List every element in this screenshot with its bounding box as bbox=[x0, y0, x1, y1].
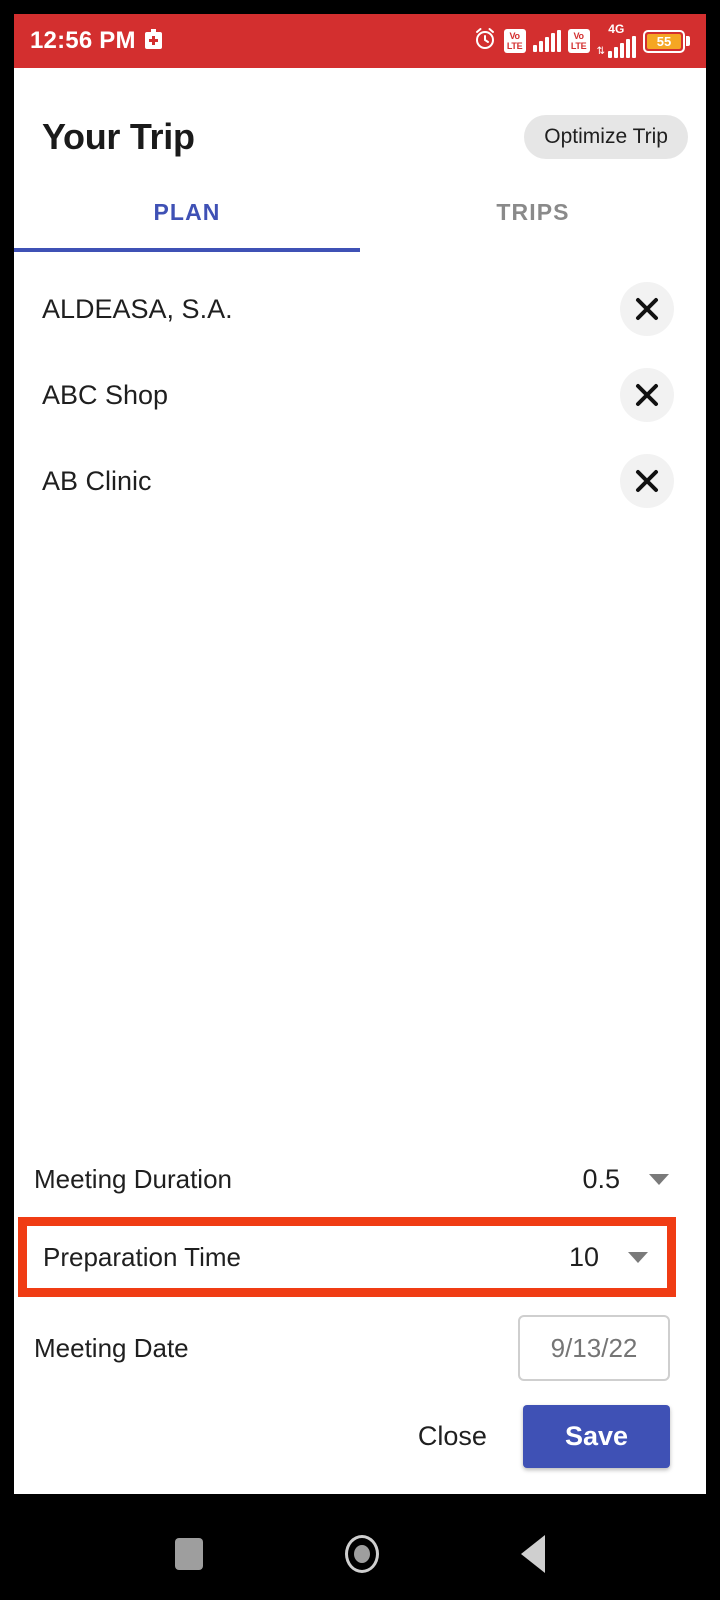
signal-row-sim2: ⇅ bbox=[597, 36, 636, 58]
list-item[interactable]: AB Clinic bbox=[14, 438, 706, 524]
meeting-settings-form: Meeting Duration 0.5 Preparation Time 10 bbox=[14, 1145, 706, 1494]
battery-tip bbox=[686, 36, 690, 46]
volte-lte-text-2: LTE bbox=[570, 41, 587, 51]
close-icon bbox=[636, 470, 658, 492]
remove-location-button[interactable] bbox=[620, 454, 674, 508]
meeting-date-input[interactable] bbox=[518, 1315, 670, 1381]
status-bar: 12:56 PM Vo LTE Vo LTE 4G ⇅ 55 bbox=[14, 14, 706, 68]
app-content: Your Trip Optimize Trip PLAN TRIPS ALDEA… bbox=[14, 68, 706, 1494]
medical-kit-icon bbox=[144, 28, 162, 54]
battery-percent-label: 55 bbox=[647, 33, 681, 49]
remove-location-button[interactable] bbox=[620, 368, 674, 422]
close-icon bbox=[636, 298, 658, 320]
location-name: ABC Shop bbox=[42, 379, 169, 410]
list-item[interactable]: ALDEASA, S.A. bbox=[14, 266, 706, 352]
chevron-down-icon[interactable] bbox=[644, 1173, 674, 1186]
location-name: ALDEASA, S.A. bbox=[42, 293, 233, 324]
optimize-trip-button[interactable]: Optimize Trip bbox=[524, 115, 688, 159]
tab-plan[interactable]: PLAN bbox=[14, 172, 360, 252]
tab-trips[interactable]: TRIPS bbox=[360, 172, 706, 252]
phone-frame: 12:56 PM Vo LTE Vo LTE 4G ⇅ 55 Your Trip… bbox=[0, 0, 720, 1600]
dialog-action-bar: Close Save bbox=[14, 1395, 688, 1494]
location-name: AB Clinic bbox=[42, 465, 152, 496]
status-bar-clock: 12:56 PM bbox=[30, 27, 136, 54]
volte-lte-text: LTE bbox=[506, 41, 523, 51]
list-item[interactable]: ABC Shop bbox=[14, 352, 706, 438]
status-bar-left: 12:56 PM bbox=[30, 27, 162, 55]
nav-recents-button[interactable] bbox=[175, 1538, 203, 1570]
close-button[interactable]: Close bbox=[392, 1407, 513, 1466]
volte-vo-text: Vo bbox=[509, 31, 520, 41]
signal-bars-sim1 bbox=[532, 30, 561, 52]
battery-body: 55 bbox=[643, 29, 685, 53]
network-type-group: 4G ⇅ bbox=[597, 22, 636, 58]
volte-icon-sim2: Vo LTE bbox=[567, 29, 590, 53]
nav-home-button[interactable] bbox=[345, 1535, 379, 1573]
android-navigation-bar bbox=[0, 1508, 720, 1600]
volte-icon-sim1: Vo LTE bbox=[503, 29, 526, 53]
battery-icon: 55 bbox=[643, 29, 690, 53]
status-bar-right: Vo LTE Vo LTE 4G ⇅ 55 bbox=[473, 22, 690, 58]
preparation-time-row[interactable]: Preparation Time 10 bbox=[27, 1226, 667, 1288]
data-transfer-icon: ⇅ bbox=[596, 46, 605, 57]
location-list: ALDEASA, S.A. ABC Shop AB Clinic bbox=[14, 252, 706, 1145]
nav-back-button[interactable] bbox=[521, 1535, 545, 1573]
tab-active-indicator bbox=[14, 248, 360, 252]
meeting-duration-value: 0.5 bbox=[582, 1163, 620, 1194]
triangle-back-icon bbox=[521, 1535, 545, 1573]
preparation-time-label: Preparation Time bbox=[43, 1241, 241, 1272]
page-title: Your Trip bbox=[42, 116, 195, 157]
remove-location-button[interactable] bbox=[620, 282, 674, 336]
meeting-date-row: Meeting Date bbox=[14, 1301, 688, 1395]
signal-bars-sim2 bbox=[608, 36, 636, 58]
circle-home-icon bbox=[345, 1535, 379, 1573]
alarm-clock-icon bbox=[473, 27, 497, 56]
tab-bar: PLAN TRIPS bbox=[14, 172, 706, 252]
phone-screen: 12:56 PM Vo LTE Vo LTE 4G ⇅ 55 Your Trip… bbox=[14, 14, 706, 1494]
volte-vo-text-2: Vo bbox=[573, 31, 584, 41]
preparation-time-value: 10 bbox=[568, 1241, 599, 1272]
meeting-duration-row[interactable]: Meeting Duration 0.5 bbox=[14, 1145, 688, 1213]
meeting-date-label: Meeting Date bbox=[34, 1332, 189, 1363]
square-recents-icon bbox=[175, 1538, 203, 1570]
chevron-down-icon[interactable] bbox=[623, 1251, 653, 1264]
preparation-time-highlight: Preparation Time 10 bbox=[18, 1217, 676, 1297]
close-icon bbox=[636, 384, 658, 406]
meeting-duration-label: Meeting Duration bbox=[34, 1163, 232, 1194]
app-header: Your Trip Optimize Trip bbox=[14, 68, 706, 172]
network-type-label: 4G bbox=[608, 22, 625, 36]
save-button[interactable]: Save bbox=[522, 1405, 670, 1468]
